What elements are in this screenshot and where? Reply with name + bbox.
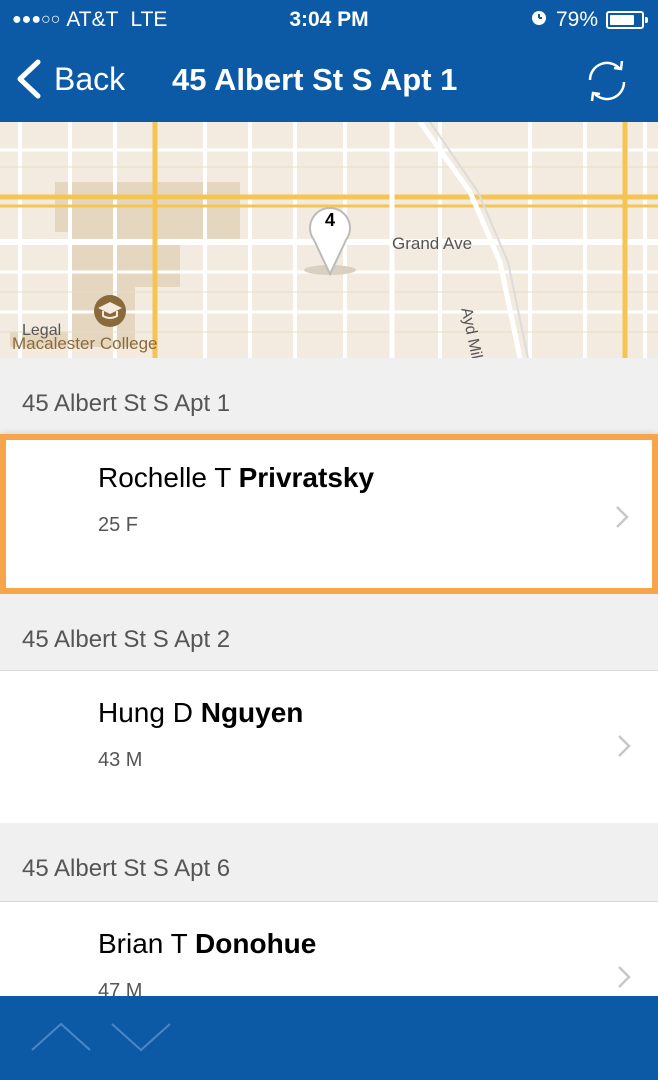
list-item-selected[interactable]: Rochelle T Privratsky 25 F [0,434,658,594]
refresh-icon [588,60,626,102]
chevron-right-icon [616,506,629,528]
map-canvas [0,122,658,358]
section-address: 45 Albert St S Apt 2 [22,626,231,653]
navigation-bar: Back 45 Albert St S Apt 1 [0,40,658,122]
status-bar: ●●●○○ AT&T LTE 3:04 PM 79% [0,0,658,40]
resident-name: Brian T Donohue [98,928,316,960]
resident-meta: 47 M [98,980,143,996]
chevron-right-icon [618,735,631,757]
map-view[interactable]: 4 Grand Ave Ayd Mill R Legal Macalester … [0,122,658,358]
section-address: 45 Albert St S Apt 6 [22,855,231,882]
resident-name: Hung D Nguyen [98,697,303,729]
bottom-toolbar [0,996,658,1080]
section-header: 45 Albert St S Apt 2 [0,594,658,674]
resident-last-name: Privratsky [238,462,375,493]
resident-name: Rochelle T Privratsky [98,462,374,494]
back-label: Back [54,60,126,97]
chevron-down-icon [111,1023,171,1052]
resident-last-name: Donohue [195,928,317,959]
chevron-left-icon [17,59,41,99]
resident-first-name: Rochelle T [98,462,231,493]
map-marker-count: 4 [324,210,335,230]
top-bar: ●●●○○ AT&T LTE 3:04 PM 79% Back 45 Alber… [0,0,658,122]
map-label-college: Macalester College [12,334,158,353]
chevron-up-icon [31,1022,91,1051]
section-header: 45 Albert St S Apt 1 [0,358,658,438]
battery-percent: 79% [555,8,598,31]
college-icon [94,295,126,327]
resident-first-name: Brian T [98,928,188,959]
section-address: 45 Albert St S Apt 1 [22,390,231,417]
resident-meta: 43 M [98,749,143,771]
resident-meta: 25 F [98,514,139,536]
alarm-clock-icon [530,8,548,32]
back-button[interactable]: Back [14,58,125,100]
map-label-grand-ave: Grand Ave [392,234,473,253]
chevron-right-icon [618,966,631,988]
resident-first-name: Hung D [98,697,193,728]
resident-last-name: Nguyen [200,697,304,728]
page-title: 45 Albert St S Apt 1 [172,62,458,97]
next-button[interactable] [110,1020,172,1054]
battery-icon [606,11,648,29]
previous-button[interactable] [30,1020,92,1054]
refresh-button[interactable] [582,56,632,106]
list-item[interactable]: Hung D Nguyen 43 M [0,671,658,823]
section-header: 45 Albert St S Apt 6 [0,823,658,903]
list-item[interactable]: Brian T Donohue 47 M [0,902,658,996]
